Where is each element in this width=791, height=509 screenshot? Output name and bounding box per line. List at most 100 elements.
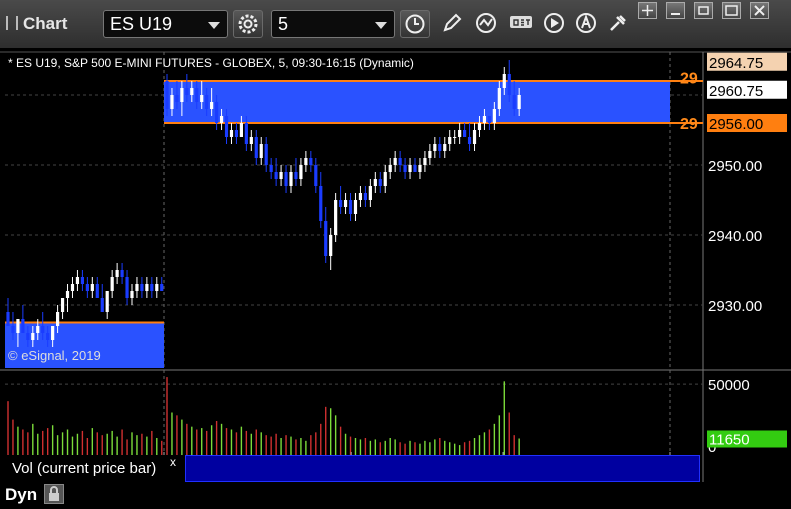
volume-tick-label: 50000 bbox=[708, 377, 750, 394]
candle-body bbox=[130, 291, 134, 298]
candle-body bbox=[517, 95, 521, 109]
close-button[interactable] bbox=[750, 2, 769, 19]
candle-body bbox=[353, 200, 358, 214]
candle-body bbox=[65, 291, 70, 298]
candle-body bbox=[190, 88, 194, 95]
candle-body bbox=[145, 284, 149, 291]
candle-body bbox=[314, 165, 318, 186]
pencil-icon bbox=[443, 13, 462, 32]
candle-body bbox=[125, 277, 129, 298]
get-icon bbox=[510, 16, 532, 28]
candle-body bbox=[264, 144, 268, 165]
candle-body bbox=[56, 312, 60, 326]
studies-button[interactable] bbox=[472, 10, 502, 38]
study-close-button[interactable]: x bbox=[170, 455, 176, 469]
candle-body bbox=[443, 144, 447, 151]
get-button[interactable] bbox=[506, 10, 536, 38]
close-icon bbox=[754, 5, 765, 16]
candle-body bbox=[135, 284, 139, 291]
tools-button[interactable] bbox=[604, 10, 634, 38]
price-chart[interactable]: 2950.00 2940.00 2930.00 2964.75 2960.75 2956.… bbox=[0, 48, 791, 482]
candle-body bbox=[75, 277, 80, 284]
candle-body bbox=[274, 172, 278, 179]
symbol-input[interactable]: ES U19 bbox=[103, 10, 228, 38]
clock-icon bbox=[405, 14, 425, 34]
minimize-icon bbox=[671, 13, 680, 15]
candle-body bbox=[85, 284, 89, 291]
candle-body bbox=[339, 200, 343, 207]
candle-body bbox=[448, 137, 452, 144]
candle-body bbox=[185, 88, 189, 95]
price-tick-label: 2940.00 bbox=[708, 228, 762, 245]
candle-body bbox=[423, 158, 427, 165]
alerts-button[interactable] bbox=[572, 10, 602, 38]
zone-edge-label: 29 bbox=[680, 71, 698, 88]
minimize-button[interactable] bbox=[666, 2, 685, 19]
drag-window-button[interactable] bbox=[638, 2, 657, 19]
draw-button[interactable] bbox=[438, 10, 468, 38]
study-label[interactable]: Vol (current price bar) bbox=[4, 455, 184, 482]
chevron-down-icon[interactable] bbox=[208, 22, 220, 29]
indicator-icon bbox=[476, 13, 496, 33]
candle-body bbox=[234, 130, 239, 137]
time-button[interactable] bbox=[400, 10, 430, 38]
chart-toolbar: Chart ES U19 5 bbox=[0, 0, 791, 49]
candle-body bbox=[254, 137, 258, 158]
candle-body bbox=[358, 193, 363, 200]
candle-body bbox=[492, 109, 496, 123]
chevron-down-icon[interactable] bbox=[375, 22, 387, 29]
candle-body bbox=[165, 81, 169, 109]
replay-button[interactable] bbox=[540, 10, 570, 38]
lock-button[interactable] bbox=[44, 484, 64, 504]
candle-body bbox=[284, 172, 288, 186]
price-tag-label: 2960.75 bbox=[709, 83, 763, 100]
restore-button[interactable] bbox=[694, 2, 713, 19]
maximize-button[interactable] bbox=[722, 2, 741, 19]
candle-body bbox=[403, 165, 407, 172]
copyright-notice: © eSignal, 2019 bbox=[8, 348, 101, 363]
candle-body bbox=[6, 312, 10, 326]
price-tick-label: 2930.00 bbox=[708, 298, 762, 315]
candle-body bbox=[383, 172, 387, 186]
study-panel-bar bbox=[185, 455, 700, 482]
dynamic-mode-label[interactable]: Dyn bbox=[5, 485, 37, 505]
candle-body bbox=[150, 284, 154, 291]
time-axis-strip bbox=[0, 482, 791, 509]
candle-body bbox=[507, 74, 511, 95]
candle-body bbox=[210, 102, 214, 109]
candle-body bbox=[100, 298, 104, 312]
maximize-icon bbox=[725, 5, 738, 16]
candle-body bbox=[334, 200, 338, 235]
candle-body bbox=[348, 200, 353, 214]
symbol-value: ES U19 bbox=[110, 14, 173, 34]
zone-edge-label: 29 bbox=[680, 116, 698, 133]
candle-body bbox=[11, 326, 15, 333]
candle-body bbox=[453, 137, 457, 138]
candle-body bbox=[219, 116, 224, 123]
candle-body bbox=[105, 291, 109, 312]
candle-body bbox=[487, 116, 491, 123]
interval-value: 5 bbox=[278, 14, 289, 34]
lock-icon bbox=[49, 486, 59, 501]
drag-grip-icon[interactable] bbox=[6, 16, 18, 30]
candle-body bbox=[259, 144, 263, 158]
candle-body bbox=[46, 333, 50, 340]
candle-body bbox=[36, 326, 40, 333]
interval-input[interactable]: 5 bbox=[271, 10, 395, 38]
play-icon bbox=[544, 13, 564, 33]
candle-body bbox=[324, 221, 328, 256]
candle-body bbox=[408, 165, 412, 172]
candle-body bbox=[378, 179, 382, 186]
candle-body bbox=[26, 333, 30, 340]
settings-button[interactable] bbox=[233, 10, 263, 38]
candle-body bbox=[438, 144, 442, 151]
candle-body bbox=[497, 88, 501, 109]
candle-body bbox=[90, 284, 94, 291]
candle-body bbox=[428, 151, 432, 158]
candle-body bbox=[458, 130, 462, 137]
candle-body bbox=[239, 123, 243, 137]
candle-body bbox=[95, 284, 99, 298]
candle-body bbox=[249, 137, 253, 144]
candle-body bbox=[398, 158, 402, 165]
candle-body bbox=[80, 277, 84, 284]
